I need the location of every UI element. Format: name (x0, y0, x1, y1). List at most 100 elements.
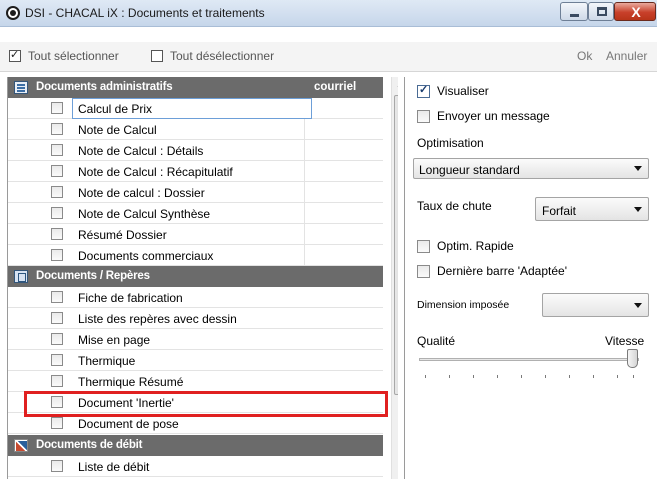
envoyer-message-checkbox[interactable]: Envoyer un message (417, 109, 550, 123)
item-label: Note de Calcul Synthèse (78, 207, 211, 221)
minimize-button[interactable] (560, 2, 588, 21)
reperes-icon (14, 270, 28, 283)
envoyer-message-label: Envoyer un message (437, 109, 550, 123)
item-label: Mise en page (78, 333, 151, 347)
list-item[interactable]: Résumé Dossier (8, 224, 383, 245)
section-title: Documents / Repères (36, 270, 150, 282)
list-item[interactable]: Note de Calcul : Détails (8, 140, 383, 161)
maximize-button[interactable] (588, 2, 614, 21)
optimisation-value: Longueur standard (419, 163, 520, 177)
item-label: Résumé Dossier (78, 228, 167, 242)
scroll-up-arrow-icon[interactable]: ▲ (392, 77, 398, 93)
quality-speed-slider[interactable] (419, 358, 639, 361)
courriel-cell[interactable] (304, 245, 383, 265)
vitesse-label: Vitesse (605, 334, 645, 348)
item-checkbox[interactable] (51, 102, 63, 114)
section-header-debit: Documents de débit (8, 435, 383, 456)
section-title: Documents de débit (36, 439, 143, 451)
taux-de-chute-label: Taux de chute (417, 199, 492, 213)
list-item[interactable]: Note de Calcul (8, 119, 383, 140)
checkbox-icon (417, 109, 430, 123)
item-checkbox[interactable] (51, 207, 63, 219)
section-header-reperes: Documents / Repères (8, 266, 383, 287)
taux-de-chute-select[interactable]: Forfait (535, 197, 649, 221)
list-item[interactable]: Calcul de Prix (8, 98, 383, 119)
derniere-barre-label: Dernière barre 'Adaptée' (437, 264, 567, 278)
list-item[interactable]: Note de calcul : Dossier (8, 182, 383, 203)
window-title: DSI - CHACAL iX : Documents et traitemen… (25, 6, 265, 20)
optim-rapide-label: Optim. Rapide (437, 239, 514, 253)
courriel-cell[interactable] (304, 140, 383, 160)
checkbox-icon (417, 239, 430, 253)
deselect-all-checkbox-icon (151, 50, 163, 62)
item-label: Thermique Résumé (78, 375, 184, 389)
derniere-barre-checkbox[interactable]: Dernière barre 'Adaptée' (417, 264, 567, 278)
column-header-courriel: courriel (314, 81, 357, 93)
cancel-button[interactable]: Annuler (606, 49, 647, 63)
document-list[interactable]: Documents administratifs courriel Calcul… (7, 77, 398, 479)
ok-button[interactable]: Ok (577, 49, 592, 63)
item-checkbox[interactable] (51, 123, 63, 135)
slider-tick (473, 375, 474, 378)
title-bar[interactable]: DSI - CHACAL iX : Documents et traitemen… (0, 0, 657, 27)
item-checkbox[interactable] (51, 312, 63, 324)
dropdown-arrow-icon (634, 166, 642, 171)
list-item[interactable]: Documents commerciaux (8, 245, 383, 266)
slider-tick (617, 375, 618, 378)
list-item[interactable]: Liste des repères avec dessin (8, 308, 383, 329)
slider-tick (633, 375, 634, 378)
slider-tick (449, 375, 450, 378)
courriel-cell[interactable] (304, 203, 383, 223)
item-checkbox[interactable] (51, 228, 63, 240)
highlight-box (24, 391, 388, 417)
checkbox-checked-icon (417, 83, 430, 98)
scroll-thumb[interactable] (394, 95, 398, 395)
section-title: Documents administratifs (36, 81, 173, 93)
slider-thumb[interactable] (627, 349, 638, 368)
list-item[interactable]: Thermique (8, 350, 383, 371)
list-item[interactable]: Thermique Résumé (8, 371, 383, 392)
dropdown-arrow-icon (634, 303, 642, 308)
list-item[interactable]: Fiche de fabrication (8, 287, 383, 308)
visualiser-label: Visualiser (437, 84, 489, 98)
item-checkbox[interactable] (51, 460, 63, 472)
item-checkbox[interactable] (51, 165, 63, 177)
courriel-cell[interactable] (304, 119, 383, 139)
vertical-scrollbar[interactable]: ▲ (391, 77, 398, 479)
item-label: Document de pose (78, 417, 179, 431)
optimisation-label: Optimisation (417, 136, 484, 150)
item-checkbox[interactable] (51, 375, 63, 387)
deselect-all-button[interactable]: Tout désélectionner (151, 49, 274, 63)
item-label: Fiche de fabrication (78, 291, 183, 305)
select-all-button[interactable]: Tout sélectionner (9, 48, 119, 63)
document-icon (14, 81, 28, 94)
list-item[interactable]: Mise en page (8, 329, 383, 350)
close-icon: X (631, 4, 641, 20)
visualiser-checkbox[interactable]: Visualiser (417, 83, 489, 98)
optim-rapide-checkbox[interactable]: Optim. Rapide (417, 239, 514, 253)
item-checkbox[interactable] (51, 417, 63, 429)
list-item[interactable]: Note de Calcul : Récapitulatif (8, 161, 383, 182)
optimisation-select[interactable]: Longueur standard (413, 158, 649, 179)
section-header-admin: Documents administratifs courriel (8, 77, 383, 98)
list-item[interactable]: Note de Calcul Synthèse (8, 203, 383, 224)
item-checkbox[interactable] (51, 144, 63, 156)
slider-tick (593, 375, 594, 378)
item-checkbox[interactable] (51, 333, 63, 345)
debit-icon (14, 439, 28, 452)
list-item[interactable]: Liste de débit (8, 456, 383, 477)
item-checkbox[interactable] (51, 354, 63, 366)
courriel-cell[interactable] (304, 161, 383, 181)
selected-cell[interactable] (72, 98, 312, 119)
item-label: Liste de débit (78, 460, 150, 474)
courriel-cell[interactable] (304, 182, 383, 202)
dimension-imposee-select[interactable] (542, 293, 649, 317)
close-button[interactable]: X (614, 2, 656, 21)
item-label: Note de Calcul : Détails (78, 144, 204, 158)
item-checkbox[interactable] (51, 249, 63, 261)
slider-tick (569, 375, 570, 378)
item-checkbox[interactable] (51, 186, 63, 198)
item-label: Thermique (78, 354, 136, 368)
item-checkbox[interactable] (51, 291, 63, 303)
courriel-cell[interactable] (304, 224, 383, 244)
